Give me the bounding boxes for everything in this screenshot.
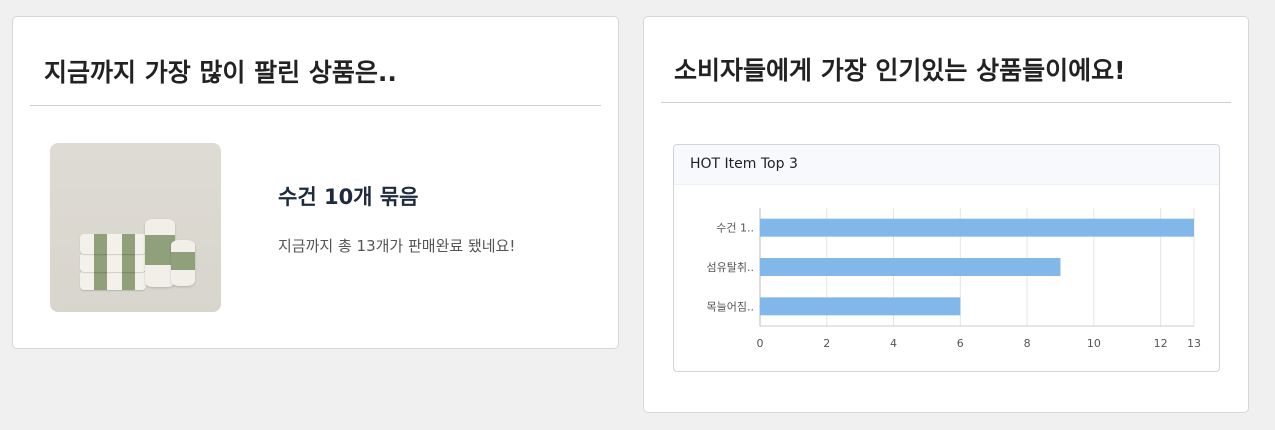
chart-x-tick-label: 13 bbox=[1187, 337, 1201, 350]
popular-items-title: 소비자들에게 가장 인기있는 상품들이에요! bbox=[674, 56, 1126, 85]
product-image[interactable] bbox=[50, 143, 221, 312]
chart-x-tick-label: 10 bbox=[1087, 337, 1101, 350]
chart-bar[interactable] bbox=[760, 218, 1194, 237]
product-name[interactable]: 수건 10개 묶음 bbox=[278, 181, 418, 211]
popular-items-divider bbox=[661, 102, 1231, 103]
towel-stack-item bbox=[80, 271, 146, 290]
hot-items-panel-title: HOT Item Top 3 bbox=[674, 145, 1219, 185]
chart-bar[interactable] bbox=[760, 297, 961, 316]
towel-stack-item bbox=[80, 253, 146, 272]
hot-items-panel: HOT Item Top 3 수건 1.. 섬유탈취.. 목늘어짐.. 0 2 4 6 8 10… bbox=[673, 144, 1220, 372]
chart-x-tick-label: 12 bbox=[1154, 337, 1168, 350]
chart-x-tick-label: 6 bbox=[957, 337, 964, 350]
chart-x-tick-label: 4 bbox=[890, 337, 897, 350]
chart-category-label: 섬유탈취.. bbox=[707, 261, 754, 274]
towel-stack-item bbox=[80, 234, 146, 254]
chart-x-tick-label: 0 bbox=[757, 337, 764, 350]
chart-category-label: 수건 1.. bbox=[716, 222, 754, 235]
chart-x-tick-label: 8 bbox=[1024, 337, 1031, 350]
chart-bar[interactable] bbox=[760, 258, 1061, 276]
popular-items-card: 소비자들에게 가장 인기있는 상품들이에요! HOT Item Top 3 수건… bbox=[643, 16, 1249, 413]
hot-items-bar-chart: 수건 1.. 섬유탈취.. 목늘어짐.. 0 2 4 6 8 10 12 13 bbox=[707, 208, 1201, 350]
sales-summary: 지금까지 총 13개가 판매완료 됐네요! bbox=[278, 237, 516, 255]
best-seller-divider bbox=[30, 105, 601, 106]
best-seller-card: 지금까지 가장 많이 팔린 상품은.. 수건 10개 묶음 지금까지 총 13개… bbox=[12, 16, 619, 349]
towel-roll-small bbox=[171, 240, 195, 286]
chart-category-label: 목늘어짐.. bbox=[707, 300, 754, 313]
chart-x-tick-label: 2 bbox=[823, 337, 830, 350]
best-seller-title: 지금까지 가장 많이 팔린 상품은.. bbox=[44, 58, 397, 87]
